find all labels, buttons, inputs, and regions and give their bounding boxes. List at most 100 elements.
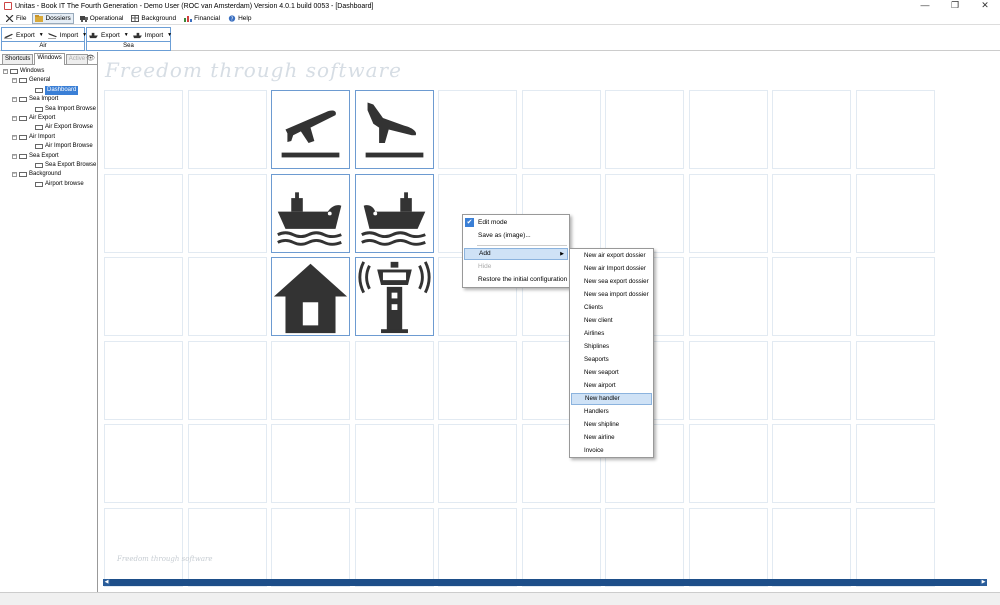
dashboard-empty-slot[interactable] [772,507,851,587]
minimize-button[interactable]: — [910,0,940,12]
dashboard-empty-slot[interactable] [271,424,350,503]
dashboard-empty-slot[interactable] [271,340,350,420]
tree-item-air-import[interactable]: − Air Import [0,133,97,142]
tree-item-background[interactable]: − Background [0,170,97,179]
dashboard-empty-slot[interactable] [354,340,434,420]
dashboard-empty-slot[interactable] [104,424,183,503]
submenu-item-new-airport[interactable]: New airport [571,380,652,392]
dashboard-empty-slot[interactable] [772,173,851,253]
scroll-left-icon[interactable]: ◀ [103,579,110,586]
submenu-item-shiplines[interactable]: Shiplines [571,341,652,353]
close-button[interactable]: ✕ [970,0,1000,12]
tree-item-general[interactable]: − General [0,76,97,85]
dashboard-empty-slot[interactable] [605,507,684,587]
dashboard-tile-control-tower[interactable] [354,257,434,336]
submenu-item-new-client[interactable]: New client [571,315,652,327]
dashboard-empty-slot[interactable] [688,340,768,420]
dashboard-empty-slot[interactable] [438,90,517,169]
dashboard-empty-slot[interactable] [104,340,183,420]
submenu-item-seaports[interactable]: Seaports [571,354,652,366]
submenu-item-clients[interactable]: Clients [571,302,652,314]
dashboard-empty-slot[interactable] [855,257,935,336]
tree-expander-icon[interactable]: − [12,115,17,121]
tree-item-dashboard[interactable]: Dashboard [0,85,97,95]
context-item-restore-the-initial-configuration[interactable]: Restore the initial configuration [464,274,568,286]
sea-export-button[interactable]: Export ▼ [89,32,129,39]
dashboard-tile-sea-import[interactable] [354,173,434,253]
dashboard-empty-slot[interactable] [855,90,935,169]
dashboard-tile-air-import[interactable] [354,90,434,169]
menu-help[interactable]: ? Help [226,13,253,24]
dashboard-empty-slot[interactable] [104,90,183,169]
tree-expander-icon[interactable]: − [12,97,17,103]
menu-operational[interactable]: Operational [78,13,126,24]
dashboard-empty-slot[interactable] [187,90,267,169]
menu-background[interactable]: Background [129,13,178,24]
tree-item-sea-import-browse[interactable]: Sea Import Browse [0,105,97,114]
tab-shortcuts[interactable]: Shortcuts [2,54,34,64]
dashboard-empty-slot[interactable] [187,173,267,253]
context-item-add[interactable]: Add ▶ [464,248,568,260]
dashboard-empty-slot[interactable] [521,507,601,587]
dashboard-empty-slot[interactable] [187,257,267,336]
dashboard-empty-slot[interactable] [688,90,768,169]
dashboard-empty-slot[interactable] [772,340,851,420]
dashboard-empty-slot[interactable] [605,90,684,169]
dashboard-empty-slot[interactable] [187,424,267,503]
menu-dossiers[interactable]: Dossiers [32,12,74,24]
dashboard-tile-sea-export[interactable] [271,173,350,253]
restore-button[interactable]: ❐ [940,0,970,12]
air-export-button[interactable]: Export ▼ [4,32,44,39]
dashboard-empty-slot[interactable] [104,507,183,587]
submenu-item-new-handler[interactable]: New handler [571,393,652,405]
dashboard-tile-home[interactable] [271,257,350,336]
dashboard-empty-slot[interactable] [104,173,183,253]
tree-expander-icon[interactable]: − [12,134,17,140]
submenu-item-handlers[interactable]: Handlers [571,406,652,418]
dashboard-empty-slot[interactable] [772,257,851,336]
horizontal-scrollbar[interactable]: ◀ ▶ [103,579,987,586]
dashboard-empty-slot[interactable] [104,257,183,336]
dashboard-empty-slot[interactable] [187,507,267,587]
dashboard-empty-slot[interactable] [855,340,935,420]
dashboard-empty-slot[interactable] [521,90,601,169]
dashboard-empty-slot[interactable] [354,507,434,587]
tree-expander-icon[interactable]: − [12,78,17,84]
eye-icon[interactable]: 👁 [86,54,95,62]
tab-windows[interactable]: Windows [34,53,65,65]
menu-file[interactable]: File [4,13,28,24]
dashboard-empty-slot[interactable] [438,507,517,587]
dashboard-empty-slot[interactable] [187,340,267,420]
tree-item-sea-import[interactable]: − Sea Import [0,95,97,104]
submenu-item-new-sea-import-dossier[interactable]: New sea import dossier [571,289,652,301]
dashboard-empty-slot[interactable] [855,507,935,587]
tree-expander-icon[interactable]: − [12,153,17,159]
dashboard-empty-slot[interactable] [271,507,350,587]
tree-item-air-export-browse[interactable]: Air Export Browse [0,123,97,132]
tree-item-windows[interactable]: − Windows [0,67,97,76]
tree-expander-icon[interactable]: − [3,69,8,74]
submenu-item-new-shipline[interactable]: New shipline [571,419,652,431]
menu-financial[interactable]: Financial [182,13,222,24]
scroll-right-icon[interactable]: ▶ [980,579,987,586]
sea-import-button[interactable]: Import ▼ [132,32,172,39]
dashboard-empty-slot[interactable] [438,424,517,503]
dashboard-empty-slot[interactable] [688,424,768,503]
air-import-button[interactable]: Import ▼ [47,32,87,39]
dashboard-empty-slot[interactable] [438,340,517,420]
dashboard-empty-slot[interactable] [855,173,935,253]
submenu-item-airlines[interactable]: Airlines [571,328,652,340]
tree-item-sea-export[interactable]: − Sea Export [0,152,97,161]
dashboard-empty-slot[interactable] [354,424,434,503]
dashboard-empty-slot[interactable] [688,257,768,336]
dashboard-empty-slot[interactable] [772,90,851,169]
context-item-edit-mode[interactable]: ✔ Edit mode [464,217,568,229]
dashboard-empty-slot[interactable] [688,507,768,587]
context-item-save-as-image[interactable]: Save as (image)... [464,230,568,242]
tree-item-airport-browse[interactable]: Airport browse [0,180,97,189]
submenu-item-new-seaport[interactable]: New seaport [571,367,652,379]
tree-item-air-export[interactable]: − Air Export [0,114,97,123]
tree-expander-icon[interactable]: − [12,172,17,178]
dashboard-empty-slot[interactable] [605,173,684,253]
submenu-item-new-air-import-dossier[interactable]: New air Import dossier [571,263,652,275]
